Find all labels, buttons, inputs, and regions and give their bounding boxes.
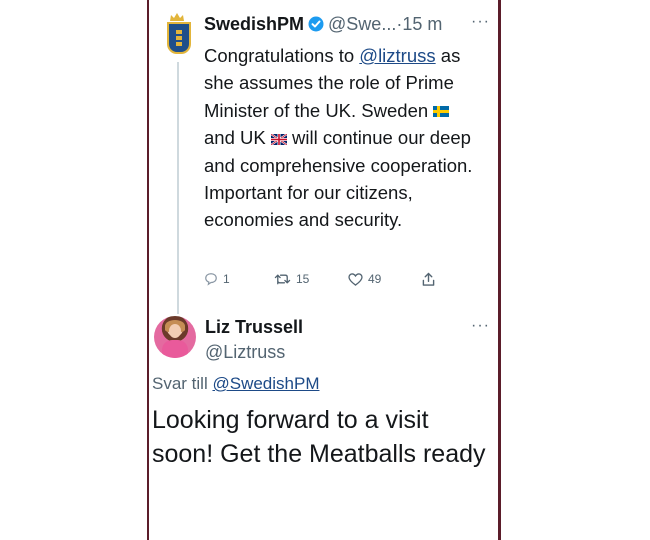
frame-left-border (147, 0, 149, 540)
replying-to-mention[interactable]: @SwedishPM (212, 374, 319, 393)
retweet-icon (274, 274, 291, 285)
author-name[interactable]: SwedishPM (204, 14, 304, 35)
heart-icon (348, 272, 363, 286)
reply-icon (205, 273, 217, 286)
uk-flag-icon (270, 133, 287, 145)
crown-icon (170, 13, 184, 21)
reply-author-handle[interactable]: @Liztruss (205, 342, 285, 363)
tweet-time[interactable]: 15 m (402, 14, 442, 35)
share-icon (422, 272, 435, 286)
retweet-count: 15 (296, 272, 310, 286)
tweet-text: Congratulations to @liztruss as she assu… (204, 42, 484, 234)
verified-badge-icon (308, 16, 324, 32)
coat-of-arms-icon (167, 22, 191, 54)
reply-action[interactable]: 1 (204, 272, 230, 286)
replying-to-label: Svar till (152, 374, 213, 393)
more-options-icon[interactable]: ··· (471, 13, 490, 31)
like-count: 49 (368, 272, 382, 286)
share-action[interactable] (422, 272, 435, 287)
swedish-pm-avatar[interactable] (160, 12, 194, 58)
replying-to-line: Svar till @SwedishPM (152, 374, 319, 394)
mention-link[interactable]: @liztruss (359, 45, 435, 66)
tweet-text-part: Congratulations to (204, 45, 360, 66)
thread-connector-line (177, 62, 179, 314)
reply-count: 1 (223, 272, 230, 286)
liz-trussell-avatar[interactable] (154, 316, 196, 358)
reply-author-name[interactable]: Liz Trussell (205, 317, 303, 338)
tweet-text-part: and UK (204, 127, 271, 149)
sweden-flag-icon (433, 106, 450, 118)
author-handle[interactable]: @Swe... (328, 14, 396, 35)
retweet-action[interactable]: 15 (274, 272, 309, 286)
like-action[interactable]: 49 (348, 272, 381, 286)
tweet-header: SwedishPM @Swe... · 15 m (204, 13, 495, 35)
frame-right-border (498, 0, 501, 540)
reply-tweet-text: Looking forward to a visit soon! Get the… (152, 406, 486, 468)
reply-more-options-icon[interactable]: ··· (471, 317, 490, 335)
